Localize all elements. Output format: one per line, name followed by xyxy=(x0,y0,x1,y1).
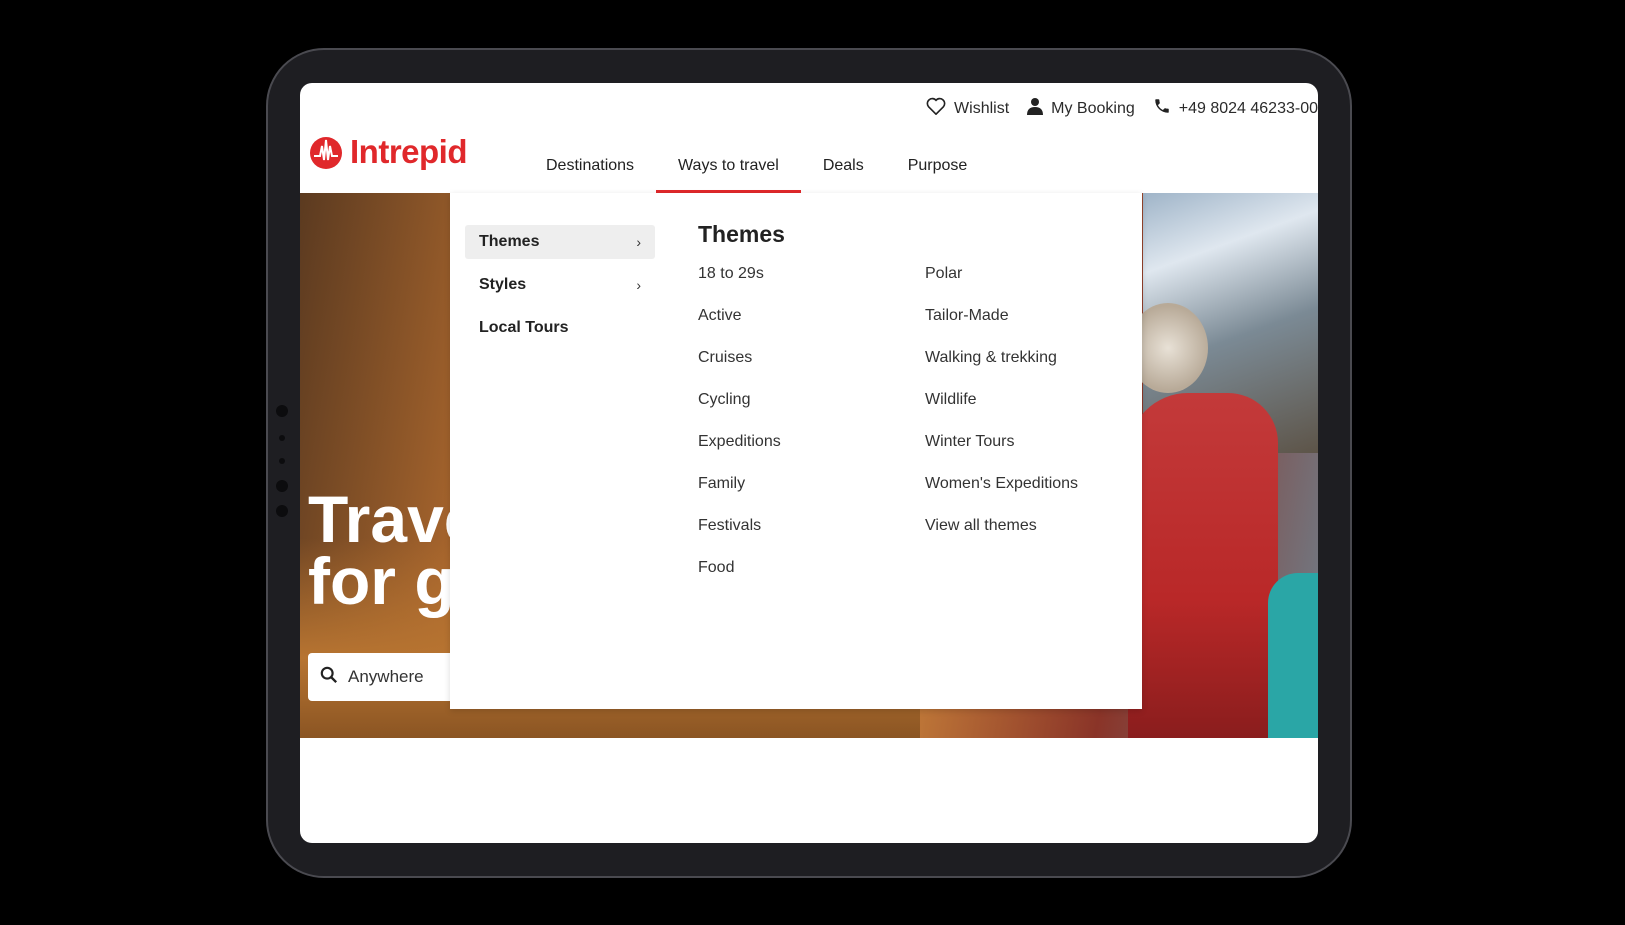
nav-purpose[interactable]: Purpose xyxy=(886,153,990,193)
theme-link[interactable]: Winter Tours xyxy=(925,432,1152,474)
themes-column-1: 18 to 29s Active Cruises Cycling Expedit… xyxy=(698,264,925,600)
chevron-right-icon: › xyxy=(636,277,641,293)
main-nav: Destinations Ways to travel Deals Purpos… xyxy=(524,153,989,193)
theme-link[interactable]: 18 to 29s xyxy=(698,264,925,306)
panel-title: Themes xyxy=(698,221,785,247)
camera-dot xyxy=(276,505,288,517)
theme-link[interactable]: Walking & trekking xyxy=(925,348,1152,390)
theme-link[interactable]: Cruises xyxy=(698,348,925,390)
intrepid-logo[interactable]: Intrepid xyxy=(308,133,468,171)
camera-dot xyxy=(279,435,285,441)
view-all-themes-link[interactable]: View all themes xyxy=(925,516,1152,558)
theme-link[interactable]: Festivals xyxy=(698,516,925,558)
user-icon xyxy=(1027,97,1044,120)
ways-to-travel-menu: Themes › Styles › Local Tours Themes 18 … xyxy=(450,193,1142,709)
theme-link[interactable]: Family xyxy=(698,474,925,516)
my-booking-label: My Booking xyxy=(1051,99,1135,117)
camera-dot xyxy=(276,405,288,417)
phone-link[interactable]: +49 8024 46233-00 xyxy=(1153,97,1318,120)
menu-item-label: Local Tours xyxy=(479,319,569,336)
menu-item-label: Themes xyxy=(479,233,540,250)
wishlist-link[interactable]: Wishlist xyxy=(926,97,1009,120)
theme-link[interactable]: Food xyxy=(698,558,925,600)
utility-bar: Wishlist My Booking +49 8024 46233-00 xyxy=(926,97,1318,120)
camera-dot xyxy=(276,480,288,492)
theme-link[interactable]: Wildlife xyxy=(925,390,1152,432)
nav-ways-to-travel[interactable]: Ways to travel xyxy=(656,153,801,193)
theme-link[interactable]: Tailor-Made xyxy=(925,306,1152,348)
browser-viewport: Wishlist My Booking +49 8024 46233-00 In… xyxy=(300,83,1318,843)
theme-link[interactable]: Expeditions xyxy=(698,432,925,474)
menu-item-themes[interactable]: Themes › xyxy=(465,225,655,259)
themes-column-2: Polar Tailor-Made Walking & trekking Wil… xyxy=(925,264,1152,600)
nav-destinations[interactable]: Destinations xyxy=(524,153,656,193)
menu-item-styles[interactable]: Styles › xyxy=(465,268,655,302)
search-placeholder: Anywhere xyxy=(348,667,424,686)
my-booking-link[interactable]: My Booking xyxy=(1027,97,1135,120)
logo-text: Intrepid xyxy=(350,133,468,170)
heart-icon xyxy=(926,97,946,120)
menu-item-label: Styles xyxy=(479,276,527,293)
themes-panel: Themes 18 to 29s Active Cruises Cycling … xyxy=(698,221,1152,600)
camera-dot xyxy=(279,458,285,464)
wishlist-label: Wishlist xyxy=(954,99,1010,117)
chevron-right-icon: › xyxy=(636,234,641,250)
hero-hiker-image xyxy=(1268,573,1318,738)
theme-link[interactable]: Polar xyxy=(925,264,1152,306)
theme-link[interactable]: Cycling xyxy=(698,390,925,432)
nav-deals[interactable]: Deals xyxy=(801,153,886,193)
menu-sidebar: Themes › Styles › Local Tours xyxy=(465,225,655,354)
phone-icon xyxy=(1153,97,1171,120)
menu-item-local-tours[interactable]: Local Tours xyxy=(465,311,655,345)
theme-link[interactable]: Active xyxy=(698,306,925,348)
search-icon xyxy=(320,666,338,689)
theme-link[interactable]: Women's Expeditions xyxy=(925,474,1152,516)
phone-number: +49 8024 46233-00 xyxy=(1178,99,1318,117)
logo-mark-icon xyxy=(308,134,344,170)
